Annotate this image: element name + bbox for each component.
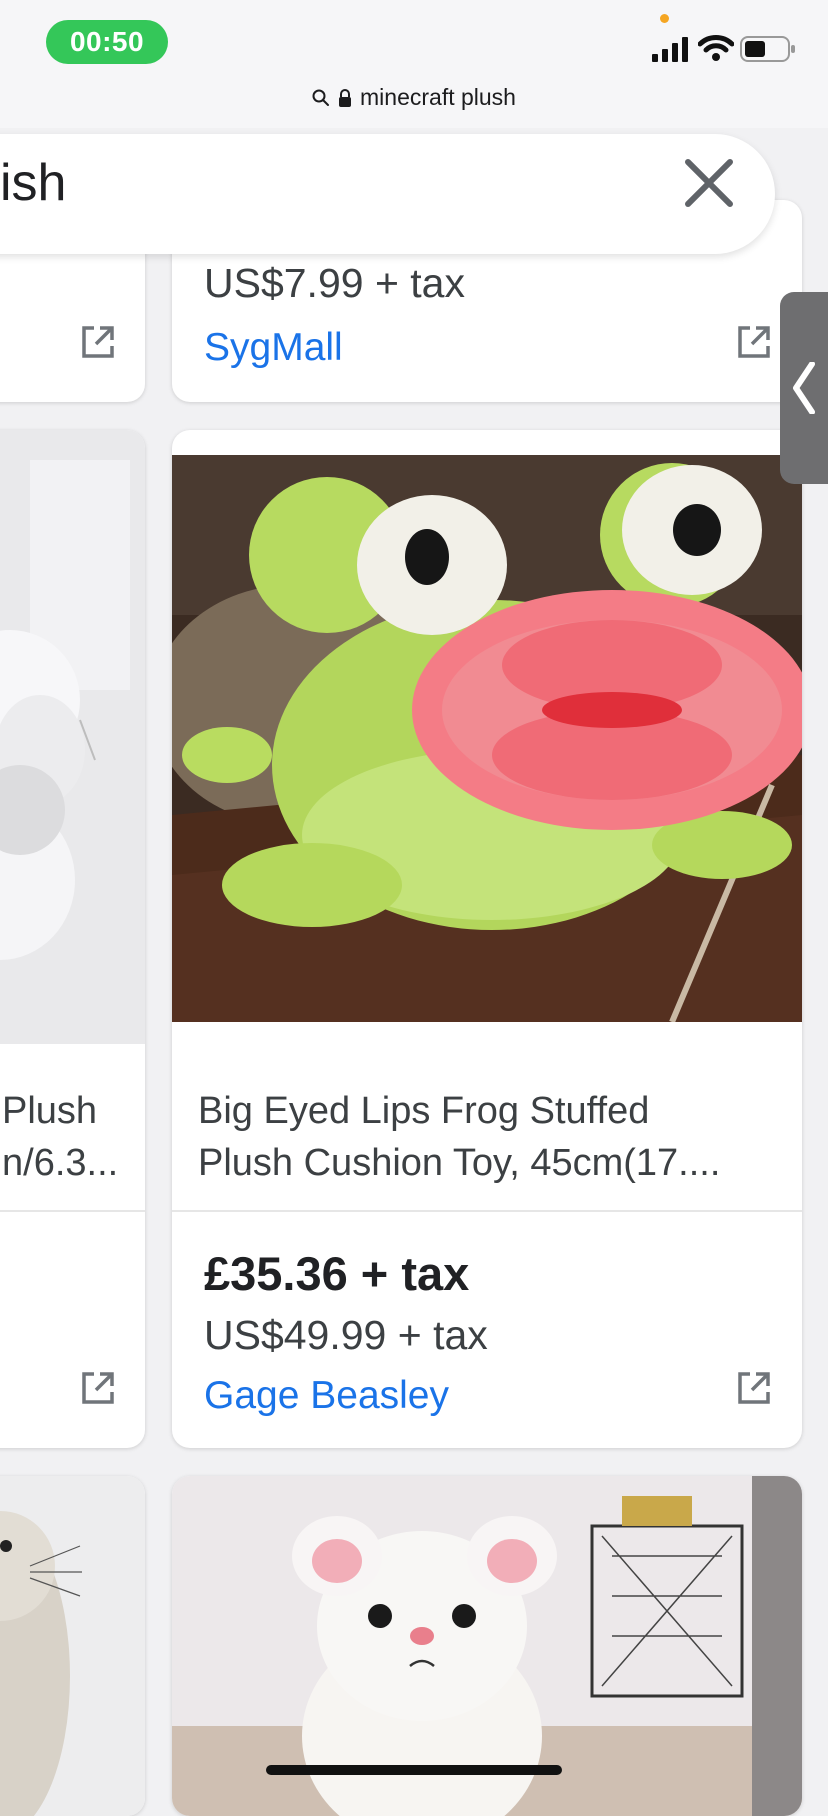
store-link[interactable]: Gage Beasley	[204, 1374, 449, 1418]
product-image	[0, 1476, 145, 1816]
gbp-price: £35.36 + tax	[204, 1247, 470, 1300]
product-title-line1[interactable]: Big Eyed Lips Frog Stuffed	[198, 1085, 649, 1137]
side-panel-handle[interactable]	[780, 292, 828, 484]
battery-icon	[740, 36, 795, 62]
card-divider	[172, 1210, 802, 1212]
home-indicator[interactable]	[266, 1765, 562, 1775]
chevron-left-icon	[793, 362, 815, 414]
wifi-icon	[698, 35, 734, 61]
usd-price: US$7.99 + tax	[204, 260, 465, 306]
product-title-line1[interactable]: Plush	[2, 1085, 97, 1137]
product-card-left-bottom[interactable]	[0, 1476, 145, 1816]
product-image[interactable]	[172, 455, 802, 1022]
address-bar[interactable]: minecraft plush	[0, 84, 828, 111]
usd-price: US$49.99 + tax	[204, 1312, 488, 1358]
url-text: minecraft plush	[360, 84, 516, 110]
search-icon	[312, 89, 330, 106]
product-card-frog[interactable]: Big Eyed Lips Frog Stuffed Plush Cushion…	[172, 430, 802, 1448]
external-link-icon[interactable]	[78, 1368, 118, 1408]
external-link-icon[interactable]	[78, 322, 118, 362]
search-input[interactable]: ish	[0, 153, 66, 213]
privacy-indicator-dot	[660, 14, 669, 23]
card-divider	[0, 1210, 145, 1212]
cellular-signal-icon	[652, 37, 688, 62]
search-box[interactable]	[0, 134, 775, 254]
product-card-left-middle[interactable]: Plush n/6.3...	[0, 430, 145, 1448]
product-title-line2[interactable]: n/6.3...	[2, 1137, 118, 1189]
external-link-icon[interactable]	[734, 322, 774, 362]
store-link[interactable]: SygMall	[204, 326, 343, 370]
time-pill[interactable]: 00:50	[46, 20, 168, 64]
product-image	[0, 430, 145, 1044]
product-title-line2[interactable]: Plush Cushion Toy, 45cm(17....	[198, 1137, 720, 1189]
lock-icon	[339, 88, 352, 107]
close-icon[interactable]	[682, 156, 736, 210]
external-link-icon[interactable]	[734, 1368, 774, 1408]
